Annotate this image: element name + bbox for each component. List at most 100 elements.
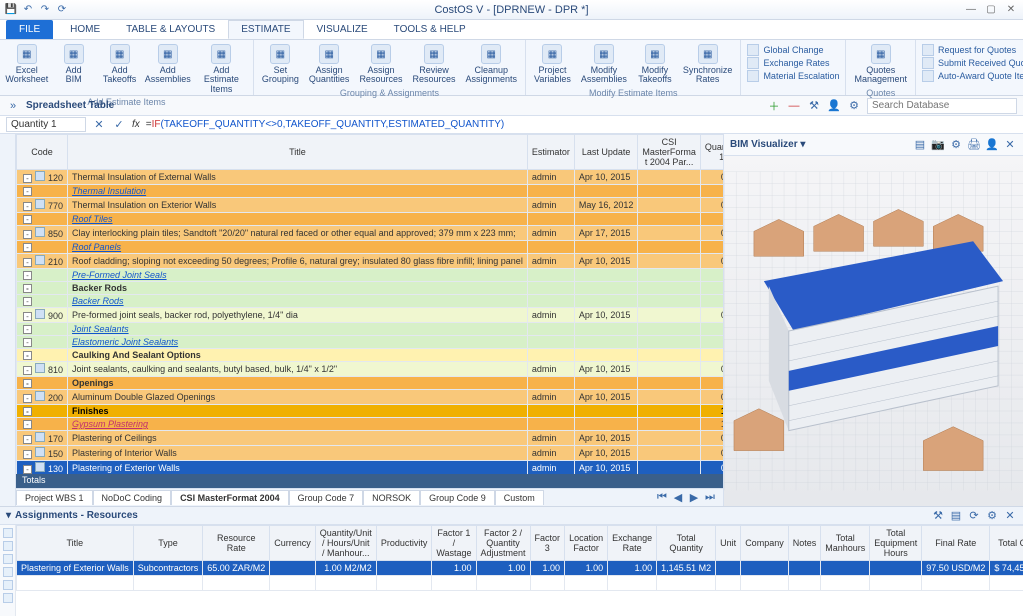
column-header[interactable]: Last Update bbox=[574, 135, 638, 170]
tab-table-layouts[interactable]: TABLE & LAYOUTS bbox=[113, 20, 228, 39]
search-input[interactable] bbox=[867, 98, 1017, 114]
table-row[interactable]: -120Thermal Insulation of External Walls… bbox=[17, 170, 724, 185]
ribbon-link[interactable]: Exchange Rates bbox=[747, 57, 839, 69]
column-header[interactable]: Total Quantity bbox=[657, 526, 716, 561]
column-header[interactable]: Factor 1 / Wastage bbox=[432, 526, 476, 561]
redo-icon[interactable]: ↷ bbox=[38, 2, 52, 16]
expander-icon[interactable]: - bbox=[23, 379, 32, 388]
expander-icon[interactable]: - bbox=[23, 351, 32, 360]
cell-name-box[interactable]: Quantity 1 bbox=[6, 117, 86, 132]
category-link[interactable]: Roof Panels bbox=[72, 242, 121, 252]
expander-icon[interactable]: - bbox=[23, 338, 32, 347]
maximize-icon[interactable]: ▢ bbox=[983, 2, 999, 16]
column-header[interactable]: Unit bbox=[716, 526, 741, 561]
formula-input[interactable]: =IF(TAKEOFF_QUANTITY<>0,TAKEOFF_QUANTITY… bbox=[146, 119, 504, 131]
ribbon-button[interactable]: ▦Assign Quantities bbox=[307, 42, 352, 87]
sheet-tab[interactable]: NoDoC Coding bbox=[93, 490, 172, 505]
ribbon-link[interactable]: Request for Quotes bbox=[922, 44, 1023, 56]
sheet-tab[interactable]: NORSOK bbox=[363, 490, 420, 505]
delete-row-icon[interactable]: — bbox=[787, 99, 801, 113]
tab-nav-first-icon[interactable]: ⏮ bbox=[655, 491, 669, 505]
ribbon-link[interactable]: Global Change bbox=[747, 44, 839, 56]
vis-close-icon[interactable]: ✕ bbox=[1003, 138, 1017, 152]
table-row[interactable]: -200Aluminum Double Glazed Openingsadmin… bbox=[17, 390, 724, 405]
ribbon-button[interactable]: ▦Excel Worksheet bbox=[6, 42, 48, 96]
expander-icon[interactable]: - bbox=[23, 258, 32, 267]
ribbon-button[interactable]: ▦Synchronize Rates bbox=[681, 42, 735, 87]
column-header[interactable]: Location Factor bbox=[565, 526, 608, 561]
expander-icon[interactable]: - bbox=[23, 325, 32, 334]
table-row[interactable]: -210Roof cladding; sloping not exceeding… bbox=[17, 254, 724, 269]
table-row[interactable]: -Pre-Formed Joint Seals bbox=[17, 269, 724, 282]
ribbon-button[interactable]: ▦Add BIM bbox=[54, 42, 94, 96]
vis-print-icon[interactable]: 🖨 bbox=[967, 138, 981, 152]
ribbon-button[interactable]: ▦Project Variables bbox=[532, 42, 573, 87]
column-header[interactable]: Title bbox=[68, 135, 528, 170]
ribbon-button[interactable]: ▦Review Resources bbox=[410, 42, 457, 87]
ribbon-button[interactable]: ▦Modify Assemblies bbox=[579, 42, 629, 87]
category-link[interactable]: Joint Sealants bbox=[72, 324, 129, 334]
table-row[interactable]: -770Thermal Insulation on Exterior Walls… bbox=[17, 198, 724, 213]
gear-icon[interactable]: ⚙ bbox=[847, 99, 861, 113]
table-row[interactable]: -Caulking And Sealant Options bbox=[17, 349, 724, 362]
assign-refresh-icon[interactable]: ⟳ bbox=[967, 509, 981, 523]
tab-estimate[interactable]: ESTIMATE bbox=[228, 20, 303, 39]
table-row[interactable]: -810Joint sealants, caulking and sealant… bbox=[17, 362, 724, 377]
column-header[interactable]: Type bbox=[133, 526, 203, 561]
sheet-tab[interactable]: Project WBS 1 bbox=[16, 490, 93, 505]
ribbon-button[interactable]: ▦Add Takeoffs bbox=[100, 42, 140, 96]
ribbon-link[interactable]: Submit Received Quotes bbox=[922, 57, 1023, 69]
category-link[interactable]: Roof Tiles bbox=[72, 214, 112, 224]
column-header[interactable]: Code bbox=[17, 135, 68, 170]
ribbon-button[interactable]: ▦Quotes Management bbox=[852, 42, 909, 87]
expander-icon[interactable]: - bbox=[23, 435, 32, 444]
expander-icon[interactable]: - bbox=[23, 465, 32, 474]
expander-icon[interactable]: - bbox=[23, 271, 32, 280]
table-row[interactable]: -900Pre-formed joint seals, backer rod, … bbox=[17, 308, 724, 323]
column-header[interactable]: Estimator bbox=[527, 135, 574, 170]
column-header[interactable]: Factor 3 bbox=[530, 526, 565, 561]
tools-icon[interactable]: ⚒ bbox=[807, 99, 821, 113]
accept-formula-icon[interactable]: ✓ bbox=[112, 118, 126, 132]
table-row[interactable]: -Gypsum Plastering1.000.00 M20.000.000.0… bbox=[17, 418, 724, 431]
column-header[interactable]: Total Cost bbox=[990, 526, 1023, 561]
sheet-tab[interactable]: Group Code 9 bbox=[420, 490, 495, 505]
tab-nav-next-icon[interactable]: ▶ bbox=[687, 491, 701, 505]
expander-icon[interactable]: - bbox=[23, 407, 32, 416]
ribbon-button[interactable]: ▦Assign Resources bbox=[357, 42, 404, 87]
category-link[interactable]: Thermal Insulation bbox=[72, 186, 146, 196]
minimize-icon[interactable]: — bbox=[963, 2, 979, 16]
column-header[interactable]: Resource Rate bbox=[203, 526, 270, 561]
assign-close-icon[interactable]: ✕ bbox=[1003, 509, 1017, 523]
rail-item-icon[interactable] bbox=[3, 567, 13, 577]
save-icon[interactable]: 💾 bbox=[4, 2, 18, 16]
expander-icon[interactable]: - bbox=[23, 394, 32, 403]
tab-nav-prev-icon[interactable]: ◀ bbox=[671, 491, 685, 505]
assignment-row[interactable] bbox=[17, 576, 1023, 591]
assign-tools-icon[interactable]: ⚒ bbox=[931, 509, 945, 523]
column-header[interactable]: Exchange Rate bbox=[608, 526, 657, 561]
rail-item-icon[interactable] bbox=[3, 528, 13, 538]
expander-icon[interactable]: - bbox=[23, 187, 32, 196]
tab-file[interactable]: FILE bbox=[6, 20, 53, 39]
assignments-grid[interactable]: TitleTypeResource RateCurrencyQuantity/U… bbox=[16, 525, 1023, 616]
ribbon-button[interactable]: ▦Add Assemblies bbox=[146, 42, 190, 96]
expand-icon[interactable]: » bbox=[6, 99, 20, 113]
table-row[interactable]: -Elastomeric Joint Sealants bbox=[17, 336, 724, 349]
expander-icon[interactable]: - bbox=[23, 297, 32, 306]
bim-3d-viewport[interactable] bbox=[724, 156, 1023, 506]
table-row[interactable]: -Roof Panels bbox=[17, 241, 724, 254]
column-header[interactable]: Productivity bbox=[376, 526, 432, 561]
vis-settings-icon[interactable]: ⚙ bbox=[949, 138, 963, 152]
expander-icon[interactable]: - bbox=[23, 450, 32, 459]
assignment-row[interactable]: Plastering of Exterior WallsSubcontracto… bbox=[17, 561, 1023, 576]
table-row[interactable]: -Backer Rods bbox=[17, 282, 724, 295]
column-header[interactable]: Factor 2 / Quantity Adjustment bbox=[476, 526, 530, 561]
expander-icon[interactable]: - bbox=[23, 366, 32, 375]
ribbon-link[interactable]: Material Escalation bbox=[747, 70, 839, 82]
vis-user-icon[interactable]: 👤 bbox=[985, 138, 999, 152]
expander-icon[interactable]: - bbox=[23, 230, 32, 239]
assign-layers-icon[interactable]: ▤ bbox=[949, 509, 963, 523]
column-header[interactable]: Total Manhours bbox=[821, 526, 870, 561]
close-icon[interactable]: ✕ bbox=[1003, 2, 1019, 16]
